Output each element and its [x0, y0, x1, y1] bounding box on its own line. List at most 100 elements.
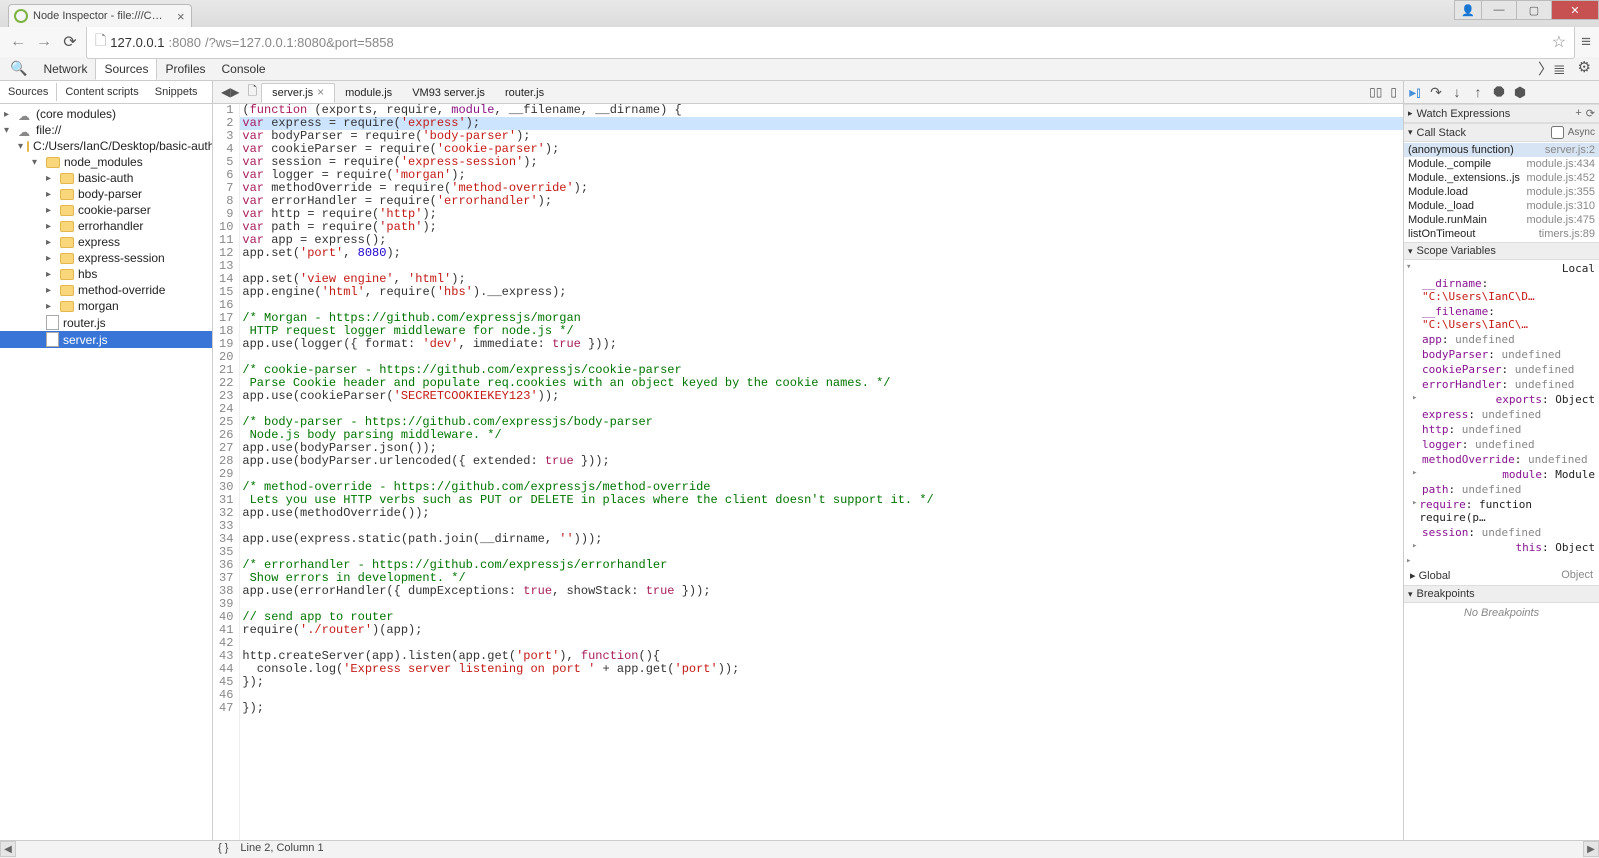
editor-tabs: ◀▶ 🗋 server.js×module.jsVM93 server.jsro… — [213, 81, 1403, 104]
scope-var-app[interactable]: app: undefined — [1404, 332, 1599, 347]
bottom-scrollbar[interactable]: ◀ ▶ { } Line 2, Column 1 — [0, 840, 1599, 858]
breakpoints-label: Breakpoints — [1417, 588, 1475, 600]
pause-exceptions-button[interactable]: ⬢ — [1511, 83, 1529, 101]
tree-project[interactable]: ▾C:/Users/IanC/Desktop/basic-auth — [0, 138, 212, 154]
scope-var-logger[interactable]: logger: undefined — [1404, 437, 1599, 452]
tree-folder-express-session[interactable]: ▸express-session — [0, 250, 212, 266]
tree-folder-morgan[interactable]: ▸morgan — [0, 298, 212, 314]
callstack-frame[interactable]: Module._compilemodule.js:434 — [1404, 157, 1599, 171]
resume-button[interactable]: ▸⫾ — [1406, 83, 1424, 101]
close-icon[interactable]: × — [177, 9, 185, 24]
scope-var-express[interactable]: express: undefined — [1404, 407, 1599, 422]
tree-folder-cookie-parser[interactable]: ▸cookie-parser — [0, 202, 212, 218]
code-editor[interactable]: 1234567891011121314151617181920212223242… — [213, 104, 1403, 840]
folder-icon — [60, 205, 74, 216]
devtools-tab-profiles[interactable]: Profiles — [157, 59, 213, 79]
reload-button[interactable]: ⟳ — [60, 32, 80, 52]
tree-arrow-icon: ▸ — [4, 109, 14, 120]
tree-folder-body-parser[interactable]: ▸body-parser — [0, 186, 212, 202]
scope-var-cookieParser[interactable]: cookieParser: undefined — [1404, 362, 1599, 377]
forward-button[interactable]: → — [34, 32, 54, 52]
editor-tab-router-js[interactable]: router.js — [495, 84, 554, 102]
tree-arrow-icon: ▸ — [46, 269, 56, 280]
scope-var-bodyParser[interactable]: bodyParser: undefined — [1404, 347, 1599, 362]
scope-var-require[interactable]: require: function require(p… — [1404, 497, 1599, 525]
window-controls: 👤 — ▢ ✕ — [1455, 0, 1599, 20]
tree-folder-express[interactable]: ▸express — [0, 234, 212, 250]
close-tab-icon[interactable]: × — [317, 85, 324, 99]
tree-arrow-icon: ▸ — [46, 253, 56, 264]
url-rest: /?ws=127.0.0.1:8080&port=5858 — [205, 35, 394, 50]
user-icon[interactable]: 👤 — [1454, 0, 1482, 20]
tree-file-router-js[interactable]: router.js — [0, 314, 212, 331]
back-button[interactable]: ← — [8, 32, 28, 52]
scope-global[interactable]: ▸ Global Object — [1404, 567, 1599, 584]
left-tab-content-scripts[interactable]: Content scripts — [57, 83, 146, 101]
tab-history-icon[interactable]: ◀▶ — [217, 85, 243, 99]
maximize-button[interactable]: ▢ — [1516, 0, 1552, 20]
url-port: :8080 — [168, 35, 201, 50]
scope-var-module[interactable]: module: Module — [1404, 467, 1599, 482]
scope-var-path[interactable]: path: undefined — [1404, 482, 1599, 497]
scroll-right-icon[interactable]: ▶ — [1583, 841, 1599, 857]
scope-var-__filename[interactable]: __filename: "C:\Users\IanC\… — [1404, 304, 1599, 332]
scope-var-errorHandler[interactable]: errorHandler: undefined — [1404, 377, 1599, 392]
callstack-header[interactable]: ▾ Call Stack Async — [1404, 123, 1599, 142]
callstack-frame[interactable]: Module._loadmodule.js:310 — [1404, 199, 1599, 213]
toggle-pane-icon[interactable]: ▯ — [1388, 85, 1399, 99]
editor-tab-module-js[interactable]: module.js — [335, 84, 402, 102]
file-navigator-icon[interactable]: 🗋 — [243, 82, 261, 103]
format-icon[interactable]: ▯▯ — [1367, 85, 1384, 99]
step-into-button[interactable]: ↓ — [1448, 83, 1466, 101]
menu-icon[interactable]: ≡ — [1581, 32, 1591, 52]
step-over-button[interactable]: ↷ — [1427, 83, 1445, 101]
pretty-print-icon[interactable]: { } — [218, 842, 228, 854]
editor-tab-VM93-server-js[interactable]: VM93 server.js — [402, 84, 495, 102]
breakpoints-header[interactable]: ▾ Breakpoints — [1404, 585, 1599, 603]
callstack-frame[interactable]: Module.runMainmodule.js:475 — [1404, 213, 1599, 227]
tree-folder-basic-auth[interactable]: ▸basic-auth — [0, 170, 212, 186]
bookmark-star-icon[interactable]: ☆ — [1552, 32, 1566, 52]
devtools-tab-sources[interactable]: Sources — [95, 58, 157, 80]
watch-header[interactable]: ▸ Watch Expressions +⟳ — [1404, 104, 1599, 123]
scope-local[interactable]: Local — [1404, 261, 1599, 276]
add-watch-icon[interactable]: + — [1575, 107, 1581, 120]
scope-header[interactable]: ▾ Scope Variables — [1404, 242, 1599, 260]
close-window-button[interactable]: ✕ — [1551, 0, 1599, 20]
scope-extra[interactable] — [1404, 555, 1599, 567]
refresh-watch-icon[interactable]: ⟳ — [1586, 107, 1595, 120]
tree-folder-hbs[interactable]: ▸hbs — [0, 266, 212, 282]
scope-var-this[interactable]: this: Object — [1404, 540, 1599, 555]
tree-file-root[interactable]: ▾☁file:// — [0, 122, 212, 138]
devtools-tab-console[interactable]: Console — [214, 59, 274, 79]
tree-core-modules[interactable]: ▸☁(core modules) — [0, 106, 212, 122]
tree-folder-errorhandler[interactable]: ▸errorhandler — [0, 218, 212, 234]
url-input[interactable]: 🗋 127.0.0.1:8080/?ws=127.0.0.1:8080&port… — [86, 25, 1575, 59]
callstack-frame[interactable]: Module.loadmodule.js:355 — [1404, 185, 1599, 199]
callstack-frame[interactable]: (anonymous function)server.js:2 — [1404, 143, 1599, 157]
scope-var-__dirname[interactable]: __dirname: "C:\Users\IanC\D… — [1404, 276, 1599, 304]
minimize-button[interactable]: — — [1481, 0, 1517, 20]
callstack-frame[interactable]: Module._extensions..jsmodule.js:452 — [1404, 171, 1599, 185]
scope-var-methodOverride[interactable]: methodOverride: undefined — [1404, 452, 1599, 467]
left-tab-sources[interactable]: Sources — [0, 83, 57, 101]
scope-var-http[interactable]: http: undefined — [1404, 422, 1599, 437]
step-out-button[interactable]: ↑ — [1469, 83, 1487, 101]
search-icon[interactable]: 🔍 — [4, 60, 33, 77]
page-icon: 🗋 — [95, 30, 106, 54]
settings-icon[interactable]: ⚙ — [1574, 58, 1595, 79]
tree-folder-method-override[interactable]: ▸method-override — [0, 282, 212, 298]
async-checkbox[interactable] — [1551, 126, 1564, 139]
scope-var-exports[interactable]: exports: Object — [1404, 392, 1599, 407]
tree-node-modules[interactable]: ▾node_modules — [0, 154, 212, 170]
editor-tab-server-js[interactable]: server.js× — [261, 83, 335, 103]
left-tab-snippets[interactable]: Snippets — [147, 83, 206, 101]
tree-file-server-js[interactable]: server.js — [0, 331, 212, 348]
devtools-tab-network[interactable]: Network — [35, 59, 95, 79]
drawer-icon[interactable]: 〉≣ — [1534, 58, 1570, 79]
scroll-left-icon[interactable]: ◀ — [0, 841, 16, 857]
browser-tab[interactable]: Node Inspector - file:///C… × — [8, 4, 192, 27]
deactivate-breakpoints-button[interactable]: ⯃ — [1490, 83, 1508, 101]
callstack-frame[interactable]: listOnTimeouttimers.js:89 — [1404, 227, 1599, 241]
scope-var-session[interactable]: session: undefined — [1404, 525, 1599, 540]
